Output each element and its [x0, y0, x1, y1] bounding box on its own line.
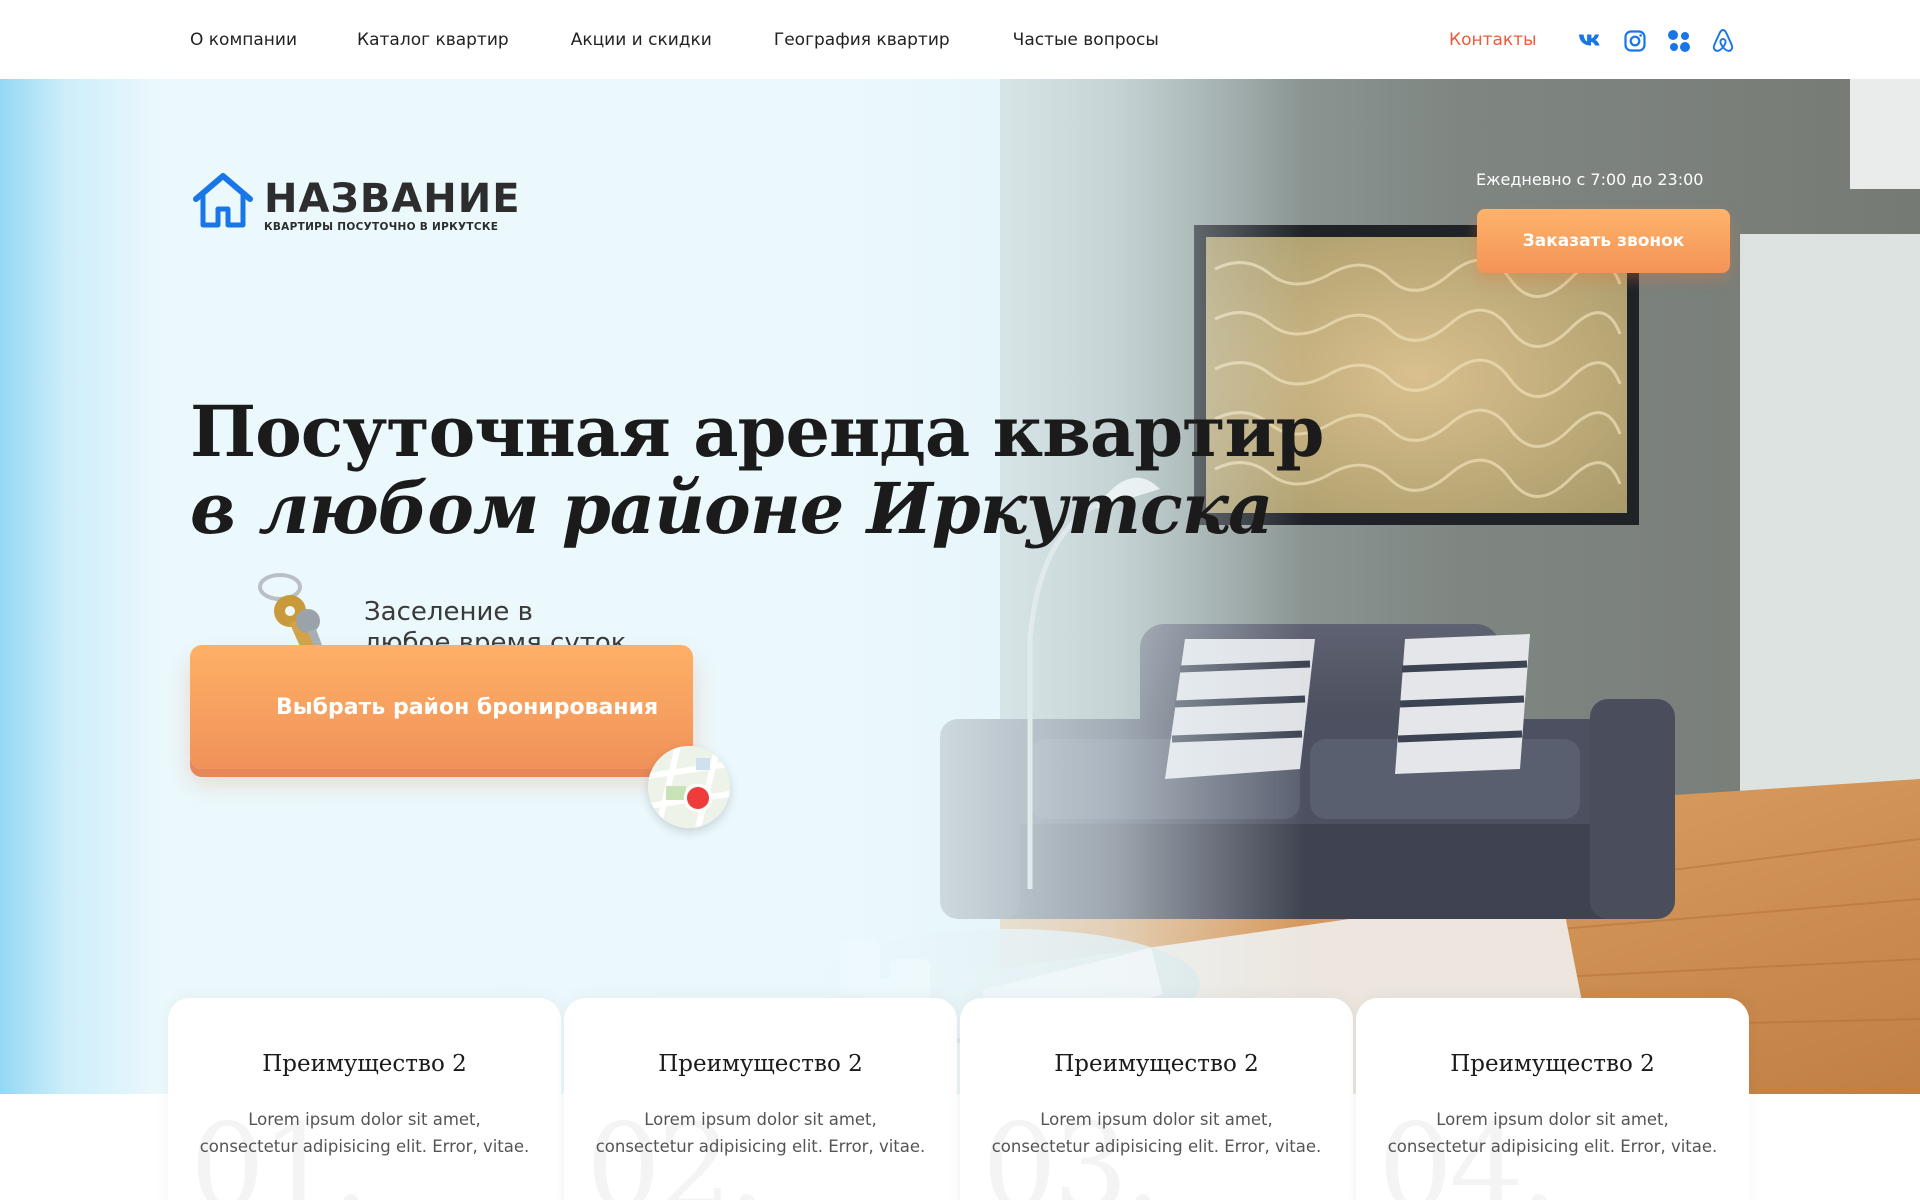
top-navigation: О компании Каталог квартир Акции и скидк… — [0, 0, 1920, 79]
instagram-icon[interactable] — [1622, 28, 1648, 54]
working-hours: Ежедневно с 7:00 до 23:00 — [1476, 170, 1704, 189]
map-pin-icon — [648, 746, 730, 828]
airbnb-icon[interactable] — [1710, 28, 1736, 54]
yandex-zen-icon[interactable] — [1666, 28, 1692, 54]
advantage-text: Lorem ipsum dolor sit amet, consectetur … — [595, 1110, 926, 1156]
advantage-text: Lorem ipsum dolor sit amet, consectetur … — [1387, 1110, 1718, 1156]
vk-icon[interactable] — [1578, 28, 1604, 54]
checkin-line1: Заселение в — [364, 597, 533, 627]
nav-catalog[interactable]: Каталог квартир — [357, 30, 509, 50]
site-logo[interactable]: НАЗВАНИЕ КВАРТИРЫ ПОСУТОЧНО В ИРКУТСКЕ — [190, 171, 521, 233]
hero-title-line2: в любом районе Иркутска — [190, 467, 1273, 550]
advantage-title: Преимущество 2 — [262, 1051, 467, 1077]
choose-district-button[interactable]: Выбрать район бронирования — [190, 645, 693, 769]
advantage-title: Преимущество 2 — [1054, 1051, 1259, 1077]
house-logo-icon — [193, 173, 253, 228]
nav-faq[interactable]: Частые вопросы — [1013, 30, 1159, 50]
nav-contacts[interactable]: Контакты — [1449, 30, 1537, 50]
advantage-text: Lorem ipsum dolor sit amet, consectetur … — [199, 1110, 530, 1156]
advantage-card: 04. Преимущество 2 Lorem ipsum dolor sit… — [1356, 998, 1749, 1200]
logo-title: НАЗВАНИЕ — [264, 176, 521, 222]
hero-title-line1: Посуточная аренда квартир — [190, 390, 1324, 473]
curtain-light-strip — [0, 79, 160, 1094]
advantage-card: 03. Преимущество 2 Lorem ipsum dolor sit… — [960, 998, 1353, 1200]
nav-about[interactable]: О компании — [190, 30, 297, 50]
social-links — [1578, 28, 1736, 54]
logo-subtitle: КВАРТИРЫ ПОСУТОЧНО В ИРКУТСКЕ — [264, 221, 499, 233]
advantages-list: 01. Преимущество 2 Lorem ipsum dolor sit… — [168, 998, 1752, 1200]
advantage-title: Преимущество 2 — [658, 1051, 863, 1077]
hero-section: НАЗВАНИЕ КВАРТИРЫ ПОСУТОЧНО В ИРКУТСКЕ Е… — [0, 79, 1920, 1094]
nav-promotions[interactable]: Акции и скидки — [571, 30, 712, 50]
advantage-title: Преимущество 2 — [1450, 1051, 1655, 1077]
advantage-card: 02. Преимущество 2 Lorem ipsum dolor sit… — [564, 998, 957, 1200]
request-callback-button[interactable]: Заказать звонок — [1477, 209, 1730, 273]
advantage-text: Lorem ipsum dolor sit amet, consectetur … — [991, 1110, 1322, 1156]
hero-title: Посуточная аренда квартир в любом районе… — [190, 390, 1324, 550]
nav-geography[interactable]: География квартир — [774, 30, 950, 50]
main-menu: О компании Каталог квартир Акции и скидк… — [190, 30, 1159, 50]
advantage-card: 01. Преимущество 2 Lorem ipsum dolor sit… — [168, 998, 561, 1200]
logo-text: НАЗВАНИЕ КВАРТИРЫ ПОСУТОЧНО В ИРКУТСКЕ — [264, 171, 521, 233]
